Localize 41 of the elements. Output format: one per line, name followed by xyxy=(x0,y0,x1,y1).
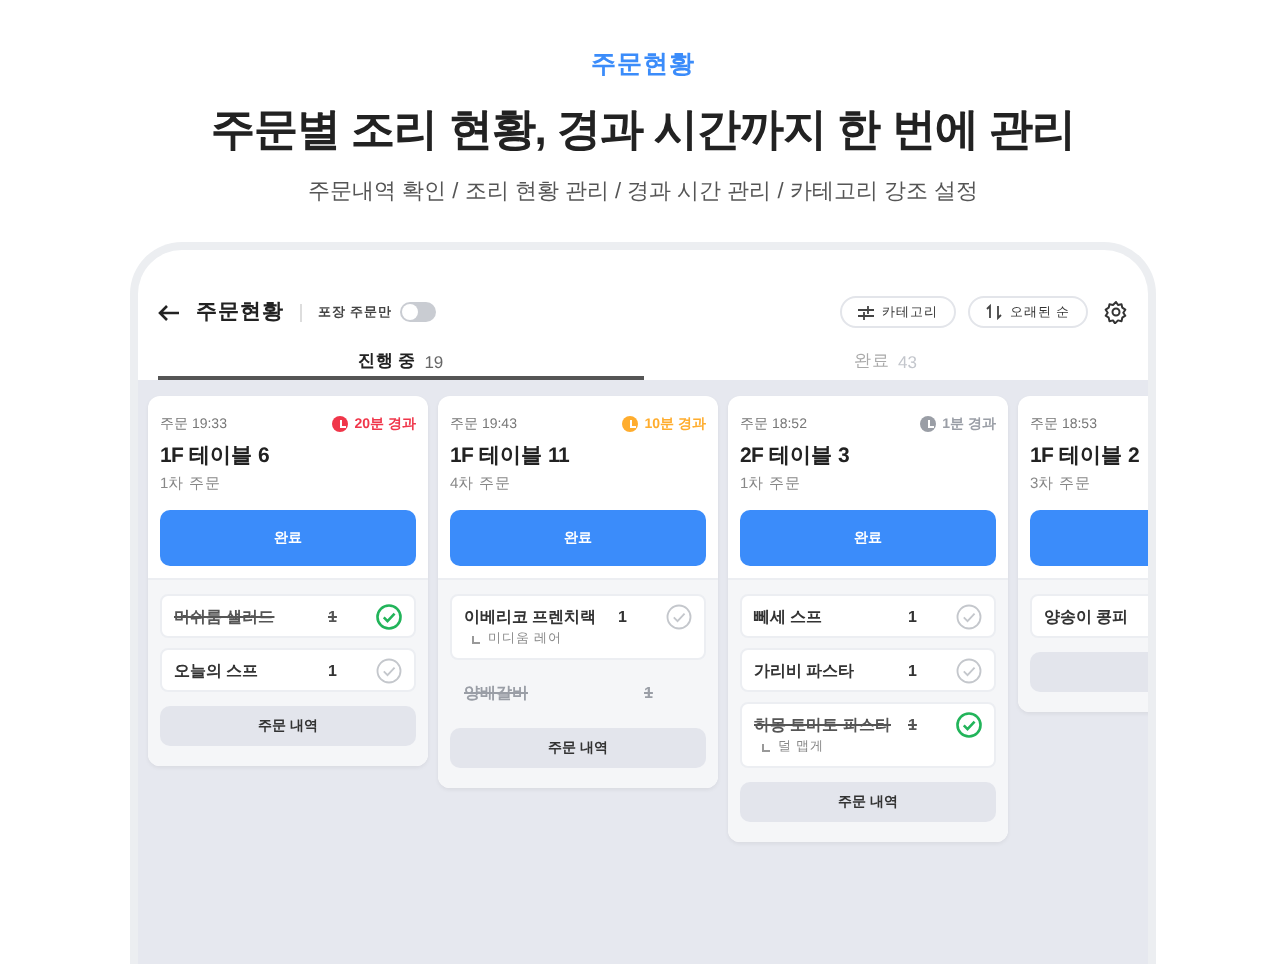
item-name: 오늘의 스프 xyxy=(174,659,261,681)
corner-arrow-icon xyxy=(472,635,480,643)
check-icon[interactable] xyxy=(376,603,402,629)
check-icon[interactable] xyxy=(666,603,692,629)
check-icon[interactable] xyxy=(956,657,982,683)
item-quantity: 1 xyxy=(618,607,629,625)
settings-icon[interactable] xyxy=(1104,300,1128,324)
item-name: 양배갈비 xyxy=(464,681,530,703)
back-arrow-icon[interactable] xyxy=(158,303,180,321)
order-item[interactable]: 가리비 파스타 1 xyxy=(740,648,996,692)
check-icon[interactable] xyxy=(956,603,982,629)
table-name: 1F 테이블 6 xyxy=(160,442,272,470)
item-quantity: 1 xyxy=(328,661,339,679)
toggle-switch[interactable] xyxy=(399,302,436,322)
item-quantity: 1 xyxy=(908,661,919,679)
table-name: 2F 테이블 3 xyxy=(740,442,852,470)
item-name: 뻬세 스프 xyxy=(754,605,825,627)
filter-icon xyxy=(858,305,875,319)
order-item[interactable]: 양송이 콩피 xyxy=(1030,594,1148,638)
subheadline: 주문내역 확인 / 조리 현황 관리 / 경과 시간 관리 / 카테고리 강조 설정 xyxy=(308,178,978,206)
table-name: 1F 테이블 2 xyxy=(1030,442,1142,470)
item-name: 하몽 토마토 파스타 xyxy=(754,713,893,735)
item-quantity: 1 xyxy=(908,607,919,625)
section-eyebrow: 주문현황 xyxy=(591,48,695,82)
order-item[interactable]: 뻬세 스프 1 xyxy=(740,594,996,638)
item-quantity: 1 xyxy=(644,683,655,701)
item-name: 가리비 파스타 xyxy=(754,659,857,681)
item-quantity: 1 xyxy=(328,607,339,625)
check-icon[interactable] xyxy=(956,711,982,737)
page-title: 주문현황 xyxy=(196,298,284,326)
item-name: 양송이 콩피 xyxy=(1044,605,1131,627)
sort-icon xyxy=(986,304,1003,320)
item-name: 이베리코 프렌치랙 xyxy=(464,605,599,627)
order-item[interactable]: 머쉬룸 샐러드 1 xyxy=(160,594,416,638)
headline: 주문별 조리 현황, 경과 시간까지 한 번에 관리 xyxy=(211,102,1075,158)
order-item[interactable]: 오늘의 스프 1 xyxy=(160,648,416,692)
check-icon[interactable] xyxy=(376,657,402,683)
corner-arrow-icon xyxy=(762,743,770,751)
item-quantity: 1 xyxy=(908,715,919,733)
table-name: 1F 테이블 11 xyxy=(450,442,571,470)
item-name: 머쉬룸 샐러드 xyxy=(174,605,277,627)
